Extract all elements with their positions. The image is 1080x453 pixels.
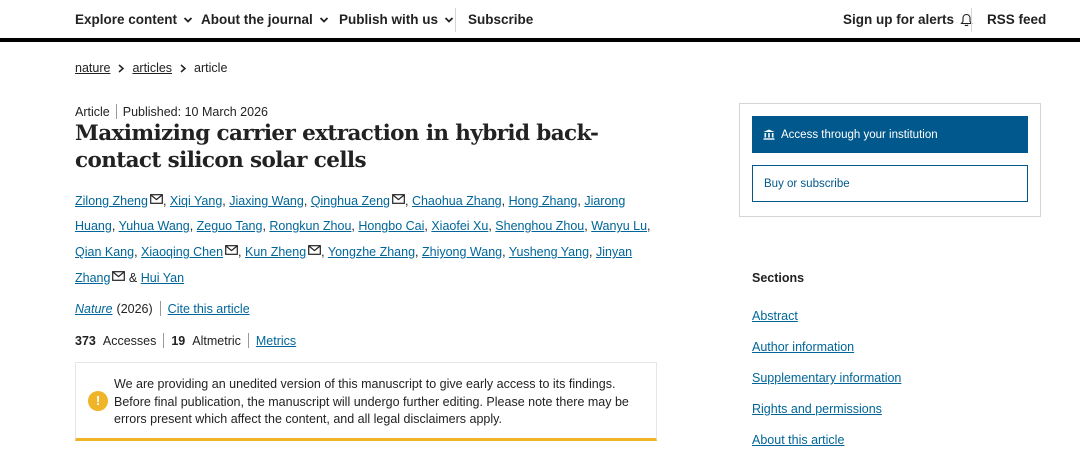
- author-separator: ,: [415, 245, 422, 259]
- author-separator: ,: [189, 219, 197, 233]
- email-icon[interactable]: [150, 188, 163, 204]
- publish-menu[interactable]: Publish with us: [339, 12, 454, 27]
- explore-content-menu[interactable]: Explore content: [75, 12, 193, 27]
- author-link[interactable]: Hui Yan: [141, 271, 184, 285]
- warning-icon: !: [88, 391, 108, 411]
- about-journal-label: About the journal: [201, 12, 313, 27]
- buy-subscribe-button[interactable]: Buy or subscribe: [752, 165, 1028, 202]
- author-link[interactable]: Kun Zheng: [245, 245, 306, 259]
- author-separator: ,: [589, 245, 596, 259]
- author-separator: ,: [321, 245, 328, 259]
- early-access-notice: ! We are providing an unedited version o…: [75, 362, 657, 441]
- author-separator: ,: [134, 245, 142, 259]
- chevron-right-icon: [118, 63, 125, 73]
- author-separator: ,: [405, 194, 412, 208]
- author-list: Zilong Zheng, Xiqi Yang, Jiaxing Wang, Q…: [75, 188, 665, 291]
- rss-feed-link[interactable]: RSS feed: [987, 12, 1046, 27]
- author-link[interactable]: Qinghua Zeng: [311, 194, 390, 208]
- author-separator: &: [125, 271, 141, 285]
- metrics-divider: [163, 333, 165, 348]
- top-navigation: Explore content About the journal Publis…: [0, 0, 1080, 42]
- alerts-label: Sign up for alerts: [843, 12, 955, 27]
- author-link[interactable]: Yusheng Yang: [509, 245, 589, 259]
- author-link[interactable]: Xiqi Yang: [170, 194, 222, 208]
- alerts-link[interactable]: Sign up for alerts: [843, 12, 973, 27]
- author-link[interactable]: Qian Kang: [75, 245, 134, 259]
- altmetric-count: 19: [171, 333, 186, 348]
- article-title: Maximizing carrier extraction in hybrid …: [75, 121, 599, 173]
- article-metrics: 373 Accesses 19 Altmetric Metrics: [75, 333, 296, 348]
- subscribe-link[interactable]: Subscribe: [468, 12, 533, 27]
- citation-line: Nature (2026) Cite this article: [75, 301, 250, 316]
- about-journal-menu[interactable]: About the journal: [201, 12, 329, 27]
- publish-label: Publish with us: [339, 12, 439, 27]
- section-link-abstract[interactable]: Abstract: [752, 309, 798, 323]
- accesses-count: 373: [75, 333, 96, 348]
- author-link[interactable]: Hong Zhang: [509, 194, 578, 208]
- breadcrumb-nature[interactable]: nature: [75, 61, 110, 75]
- chevron-down-icon: [319, 16, 328, 23]
- email-icon[interactable]: [112, 265, 126, 281]
- breadcrumb-current: article: [194, 61, 228, 75]
- nav-divider: [971, 8, 972, 32]
- author-link[interactable]: Zilong Zheng: [75, 194, 148, 208]
- email-icon[interactable]: [225, 239, 238, 255]
- author-separator: ,: [647, 219, 651, 233]
- section-link-author-information[interactable]: Author information: [752, 340, 854, 354]
- publication-year: (2026): [116, 301, 153, 316]
- metrics-link[interactable]: Metrics: [256, 334, 296, 348]
- explore-content-label: Explore content: [75, 12, 178, 27]
- author-link[interactable]: Yuhua Wang: [119, 219, 190, 233]
- author-link[interactable]: Rongkun Zhou: [269, 219, 351, 233]
- access-institution-button[interactable]: Access through your institution: [752, 116, 1028, 153]
- author-link[interactable]: Wanyu Lu: [591, 219, 647, 233]
- author-separator: ,: [501, 194, 509, 208]
- author-separator: ,: [303, 194, 311, 208]
- citation-divider: [159, 301, 161, 316]
- author-link[interactable]: Jiaxing Wang: [229, 194, 304, 208]
- email-icon[interactable]: [392, 188, 405, 204]
- section-link-supplementary[interactable]: Supplementary information: [752, 371, 901, 385]
- sections-heading: Sections: [752, 271, 805, 285]
- email-icon[interactable]: [308, 239, 322, 255]
- author-link[interactable]: Xiaofei Xu: [431, 219, 488, 233]
- buy-subscribe-label: Buy or subscribe: [764, 177, 850, 190]
- article-type: Article: [75, 104, 110, 119]
- section-link-rights[interactable]: Rights and permissions: [752, 402, 882, 416]
- cite-article-link[interactable]: Cite this article: [168, 302, 250, 316]
- author-separator: ,: [111, 219, 119, 233]
- author-link[interactable]: Yongzhe Zhang: [328, 245, 415, 259]
- access-options-card: Access through your institution Buy or s…: [739, 103, 1041, 217]
- author-separator: ,: [502, 245, 509, 259]
- nav-divider: [455, 8, 456, 32]
- author-separator: ,: [238, 245, 245, 259]
- breadcrumb: nature articles article: [75, 61, 227, 75]
- metrics-divider: [247, 333, 249, 348]
- access-institution-label: Access through your institution: [781, 128, 938, 141]
- author-link[interactable]: Shenghou Zhou: [495, 219, 584, 233]
- article-meta: Article Published: 10 March 2026: [75, 104, 268, 119]
- section-link-about-article[interactable]: About this article: [752, 433, 844, 447]
- accesses-label: Accesses: [102, 333, 157, 348]
- journal-link[interactable]: Nature: [75, 302, 113, 316]
- author-link[interactable]: Zhiyong Wang: [422, 245, 502, 259]
- chevron-right-icon: [180, 63, 187, 73]
- author-link[interactable]: Zeguo Tang: [197, 219, 263, 233]
- notice-text: We are providing an unedited version of …: [114, 377, 629, 426]
- institution-icon: [763, 129, 775, 140]
- author-separator: ,: [162, 194, 170, 208]
- chevron-down-icon: [444, 16, 454, 23]
- chevron-down-icon: [183, 16, 193, 23]
- published-date: Published: 10 March 2026: [122, 104, 268, 119]
- author-link[interactable]: Xiaoqing Chen: [141, 245, 223, 259]
- author-link[interactable]: Hongbo Cai: [358, 219, 424, 233]
- altmetric-label: Altmetric: [192, 333, 241, 348]
- meta-divider: [115, 104, 117, 119]
- author-link[interactable]: Chaohua Zhang: [412, 194, 502, 208]
- breadcrumb-articles[interactable]: articles: [132, 61, 172, 75]
